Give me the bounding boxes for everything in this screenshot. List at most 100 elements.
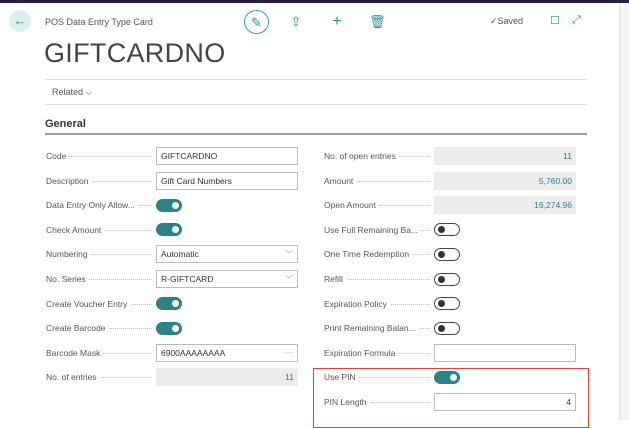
field-label: Barcode Mask: [46, 347, 156, 358]
no-series-select[interactable]: R-GIFTCARD ﹀: [156, 270, 298, 288]
page-title: GIFTCARDNO: [44, 38, 226, 68]
field-label: Open Amount: [324, 200, 434, 211]
pencil-icon: ✎: [251, 15, 262, 30]
trash-icon: 🗑: [369, 14, 386, 29]
code-input[interactable]: GIFTCARDNO: [156, 147, 298, 165]
expand-icon: ⤢: [572, 14, 581, 26]
select-value: R-GIFTCARD: [161, 274, 214, 284]
share-button[interactable]: ⇪: [288, 10, 304, 34]
readonly-value: 11: [563, 151, 572, 161]
numbering-select[interactable]: Automatic ﹀: [156, 245, 298, 264]
new-button[interactable]: +: [329, 10, 345, 34]
data-entry-only-allow-toggle[interactable]: [156, 198, 182, 212]
amount-value[interactable]: 5,760.00: [434, 171, 576, 190]
delete-button[interactable]: 🗑: [369, 10, 386, 34]
field-row: Barcode Mask 6900AAAAAAAA ···: [46, 343, 298, 362]
plus-icon: +: [332, 13, 342, 30]
print-remaining-balan-toggle[interactable]: [434, 321, 460, 335]
field-label: Expiration Policy: [324, 298, 434, 309]
page-edge: [619, 3, 629, 420]
related-menu[interactable]: Related ⌵: [52, 87, 92, 98]
field-row: Check Amount: [46, 221, 182, 239]
field-label: Numbering: [46, 249, 156, 260]
label-text: PIN Length: [324, 397, 370, 407]
field-row: Code GIFTCARDNO: [46, 147, 298, 165]
label-text: Use Full Remaining Ba...: [324, 224, 422, 235]
open-amount-value[interactable]: 16,274.96: [434, 196, 576, 215]
field-label: One Time Redemption: [324, 249, 434, 260]
field-row: Numbering Automatic ﹀: [46, 245, 298, 264]
no-of-entries-value[interactable]: 11: [156, 368, 298, 387]
open-new-window-button[interactable]: ☐: [550, 14, 560, 27]
field-row: No. of open entries 11: [324, 147, 576, 165]
field-label: Check Amount: [46, 224, 156, 235]
field-label: No. of open entries: [324, 151, 434, 161]
label-text: Barcode Mask: [46, 347, 104, 358]
window-top-border: [0, 0, 629, 3]
label-text: No. Series: [46, 274, 89, 284]
expiration-policy-toggle[interactable]: [434, 297, 460, 311]
label-text: Create Barcode: [46, 323, 109, 334]
chevron-down-icon: ﹀: [285, 274, 293, 284]
field-row: Refill: [324, 270, 460, 288]
field-label: Use Full Remaining Ba...: [324, 224, 434, 235]
label-text: Refill: [324, 274, 346, 284]
input-value: Gift Card Numbers: [161, 175, 232, 186]
create-barcode-toggle[interactable]: [156, 321, 182, 335]
field-row: Expiration Formula: [324, 343, 576, 362]
field-row: Expiration Policy: [324, 295, 460, 313]
field-row: Create Voucher Entry: [46, 295, 182, 313]
create-voucher-entry-toggle[interactable]: [156, 297, 182, 311]
label-text: Amount: [324, 175, 357, 186]
saved-status: ✓Saved: [490, 16, 524, 26]
no-of-open-entries-value[interactable]: 11: [434, 147, 576, 165]
field-label: Refill: [324, 274, 434, 284]
field-label: No. Series: [46, 274, 156, 284]
field-row: One Time Redemption: [324, 245, 460, 263]
one-time-redemption-toggle[interactable]: [434, 247, 460, 261]
field-label: Create Voucher Entry: [46, 298, 156, 309]
label-text: Expiration Policy: [324, 298, 390, 309]
label-text: Expiration Formula: [324, 347, 399, 358]
label-text: Create Voucher Entry: [46, 298, 131, 309]
label-text: Data Entry Only Allow...: [46, 200, 138, 211]
divider: [45, 79, 587, 80]
field-row: Description Gift Card Numbers: [46, 171, 298, 190]
section-underline: [45, 133, 587, 135]
label-text: One Time Redemption: [324, 249, 413, 260]
readonly-value: 16,274.96: [534, 200, 572, 211]
readonly-value: 5,760.00: [538, 175, 572, 186]
field-label: Data Entry Only Allow...: [46, 200, 156, 211]
label-text: Numbering: [46, 249, 91, 260]
input-value: 6900AAAAAAAA: [161, 347, 226, 358]
arrow-left-icon: ←: [13, 13, 27, 28]
barcode-mask-input[interactable]: 6900AAAAAAAA ···: [156, 343, 298, 362]
label-text: Description: [46, 175, 92, 186]
label-text: Print Remaining Balan...: [324, 323, 419, 334]
field-row: Create Barcode: [46, 319, 182, 337]
section-general-title[interactable]: General: [45, 118, 86, 130]
chevron-down-icon: ﹀: [285, 249, 293, 259]
field-row: Print Remaining Balan...: [324, 319, 460, 337]
expand-button[interactable]: ⤢: [572, 14, 581, 27]
field-label: Create Barcode: [46, 323, 156, 334]
new-window-icon: ☐: [550, 15, 560, 27]
description-input[interactable]: Gift Card Numbers: [156, 171, 298, 190]
field-label: Code: [46, 151, 156, 161]
edit-button[interactable]: ✎: [244, 10, 269, 34]
expiration-formula-input[interactable]: [434, 343, 576, 362]
label-text: Check Amount: [46, 224, 105, 235]
label-text: No. of entries: [46, 372, 100, 383]
use-full-remaining-ba-toggle[interactable]: [434, 223, 460, 237]
check-amount-toggle[interactable]: [156, 223, 182, 237]
field-row: Data Entry Only Allow...: [46, 196, 182, 214]
field-label: Description: [46, 175, 156, 186]
field-row: No. of entries 11: [46, 368, 298, 387]
readonly-value: 11: [285, 372, 294, 383]
divider: [45, 104, 587, 105]
refill-toggle[interactable]: [434, 272, 460, 286]
field-row: No. Series R-GIFTCARD ﹀: [46, 270, 298, 288]
back-button[interactable]: ←: [9, 10, 31, 32]
field-label: Amount: [324, 175, 434, 186]
field-label: Expiration Formula: [324, 347, 434, 358]
